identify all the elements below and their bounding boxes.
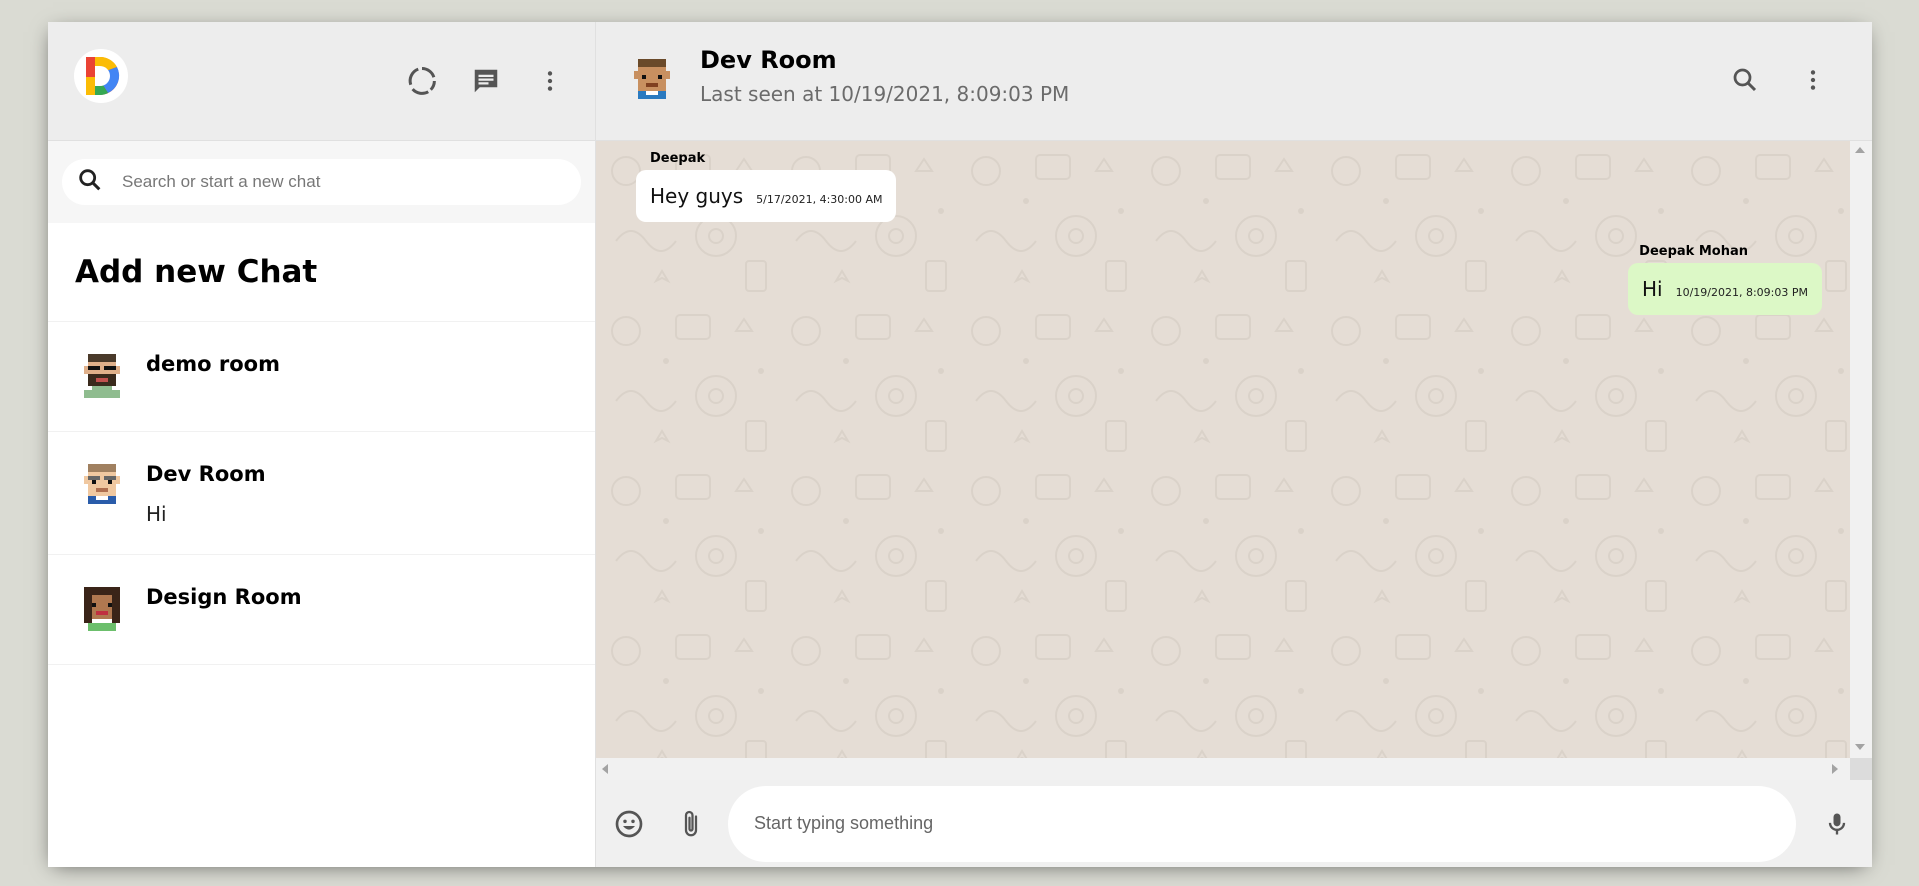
message-text: Hey guys	[650, 184, 744, 208]
sidebar: Add new Chat demo room	[48, 22, 596, 867]
search-container	[48, 141, 595, 223]
add-new-chat-label: Add new Chat	[75, 254, 318, 290]
message-bubble[interactable]: Hi 10/19/2021, 8:09:03 PM	[1627, 263, 1822, 315]
message-sender-name: Deepak	[650, 151, 706, 166]
message-timestamp: 5/17/2021, 4:30:00 AM	[756, 193, 883, 206]
search-icon	[76, 166, 104, 198]
message-text: Hi	[1641, 277, 1663, 301]
chat-body-row: Deepak Hey guys 5/17/2021, 4:30:00 AM De…	[596, 141, 1872, 758]
message-sent: Deepak Mohan Hi 10/19/2021, 8:09:03 PM	[636, 244, 1822, 315]
status-icon[interactable]	[405, 64, 439, 98]
scroll-down-arrow-icon[interactable]	[1855, 744, 1865, 750]
scroll-right-arrow-icon[interactable]	[1832, 764, 1838, 774]
sidebar-chat-design-room[interactable]: Design Room	[48, 555, 595, 665]
chat-name: Dev Room	[146, 462, 266, 486]
message-input[interactable]	[754, 813, 1796, 834]
vertical-scrollbar[interactable]	[1850, 141, 1872, 758]
avatar	[76, 583, 128, 635]
avatar	[76, 350, 128, 402]
more-vert-icon[interactable]	[1796, 63, 1830, 97]
sidebar-chat-demo-room[interactable]: demo room	[48, 322, 595, 432]
avatar[interactable]	[626, 55, 678, 107]
chat-title: Dev Room	[700, 46, 837, 74]
message-timestamp: 10/19/2021, 8:09:03 PM	[1675, 286, 1808, 299]
chat-panel: Dev Room Last seen at 10/19/2021, 8:09:0…	[596, 22, 1872, 867]
sidebar-chat-dev-room[interactable]: Dev Room Hi	[48, 432, 595, 555]
emoji-icon[interactable]	[612, 807, 646, 841]
app-window: Add new Chat demo room	[48, 22, 1872, 867]
chat-header-info: Dev Room Last seen at 10/19/2021, 8:09:0…	[700, 46, 1728, 106]
chat-body[interactable]: Deepak Hey guys 5/17/2021, 4:30:00 AM De…	[596, 141, 1850, 758]
search-box	[62, 159, 581, 205]
message-bubble[interactable]: Hey guys 5/17/2021, 4:30:00 AM	[636, 170, 897, 222]
chat-footer	[596, 780, 1872, 867]
message-received: Deepak Hey guys 5/17/2021, 4:30:00 AM	[636, 151, 1822, 222]
search-input[interactable]	[122, 172, 526, 192]
avatar	[76, 460, 128, 512]
message-sender-name: Deepak Mohan	[1639, 244, 1748, 259]
more-vert-icon[interactable]	[533, 64, 567, 98]
last-seen-text: Last seen at 10/19/2021, 8:09:03 PM	[700, 82, 1070, 106]
app-logo-icon[interactable]	[74, 49, 128, 103]
search-icon[interactable]	[1728, 63, 1762, 97]
scroll-up-arrow-icon[interactable]	[1855, 147, 1865, 153]
mic-icon[interactable]	[1820, 807, 1854, 841]
horizontal-scrollbar[interactable]	[596, 758, 1872, 780]
add-new-chat-button[interactable]: Add new Chat	[48, 223, 595, 322]
attach-icon[interactable]	[674, 807, 708, 841]
chat-name: Design Room	[146, 585, 302, 609]
scroll-left-arrow-icon[interactable]	[602, 764, 608, 774]
scrollbar-corner	[1850, 758, 1872, 780]
wallpaper-pattern	[596, 141, 1850, 758]
chat-name: demo room	[146, 352, 280, 376]
chat-last-message: Hi	[146, 502, 167, 526]
message-input-container	[728, 785, 1796, 862]
sidebar-header	[48, 22, 595, 141]
chat-header: Dev Room Last seen at 10/19/2021, 8:09:0…	[596, 22, 1872, 141]
chat-icon[interactable]	[469, 64, 503, 98]
